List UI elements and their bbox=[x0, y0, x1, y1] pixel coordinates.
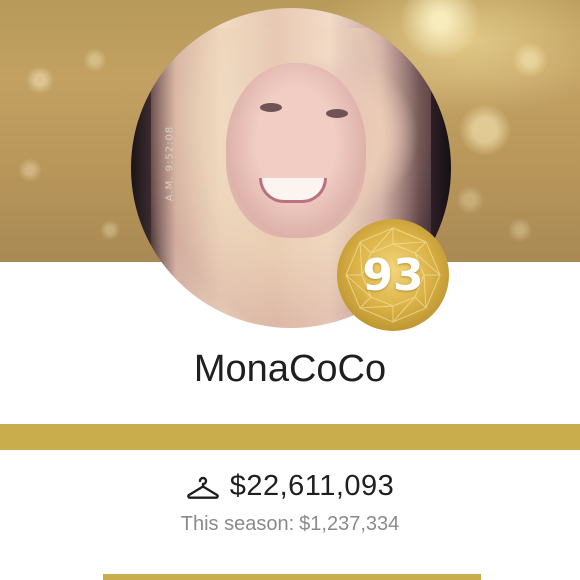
hanger-icon bbox=[186, 474, 220, 500]
avatar-eye-left bbox=[260, 103, 282, 112]
level-number: 93 bbox=[362, 249, 424, 301]
season-sales: This season: $1,237,334 bbox=[0, 513, 580, 536]
season-label: This season: bbox=[180, 513, 295, 535]
profile-page: A.M. 9:52:08 93 MonaCoCo $22,611,093 Thi… bbox=[0, 0, 580, 580]
level-badge[interactable]: 93 bbox=[336, 218, 450, 332]
avatar-face bbox=[226, 63, 366, 238]
season-value: $1,237,334 bbox=[299, 513, 400, 535]
divider-bar bbox=[0, 424, 580, 450]
avatar-eye-right bbox=[326, 109, 348, 118]
photo-timestamp: A.M. 9:52:08 bbox=[164, 125, 176, 202]
bottom-accent-bar bbox=[103, 574, 481, 580]
total-sales-row: $22,611,093 bbox=[0, 470, 580, 503]
total-sales-value: $22,611,093 bbox=[229, 470, 395, 502]
username: MonaCoCo bbox=[193, 348, 387, 390]
